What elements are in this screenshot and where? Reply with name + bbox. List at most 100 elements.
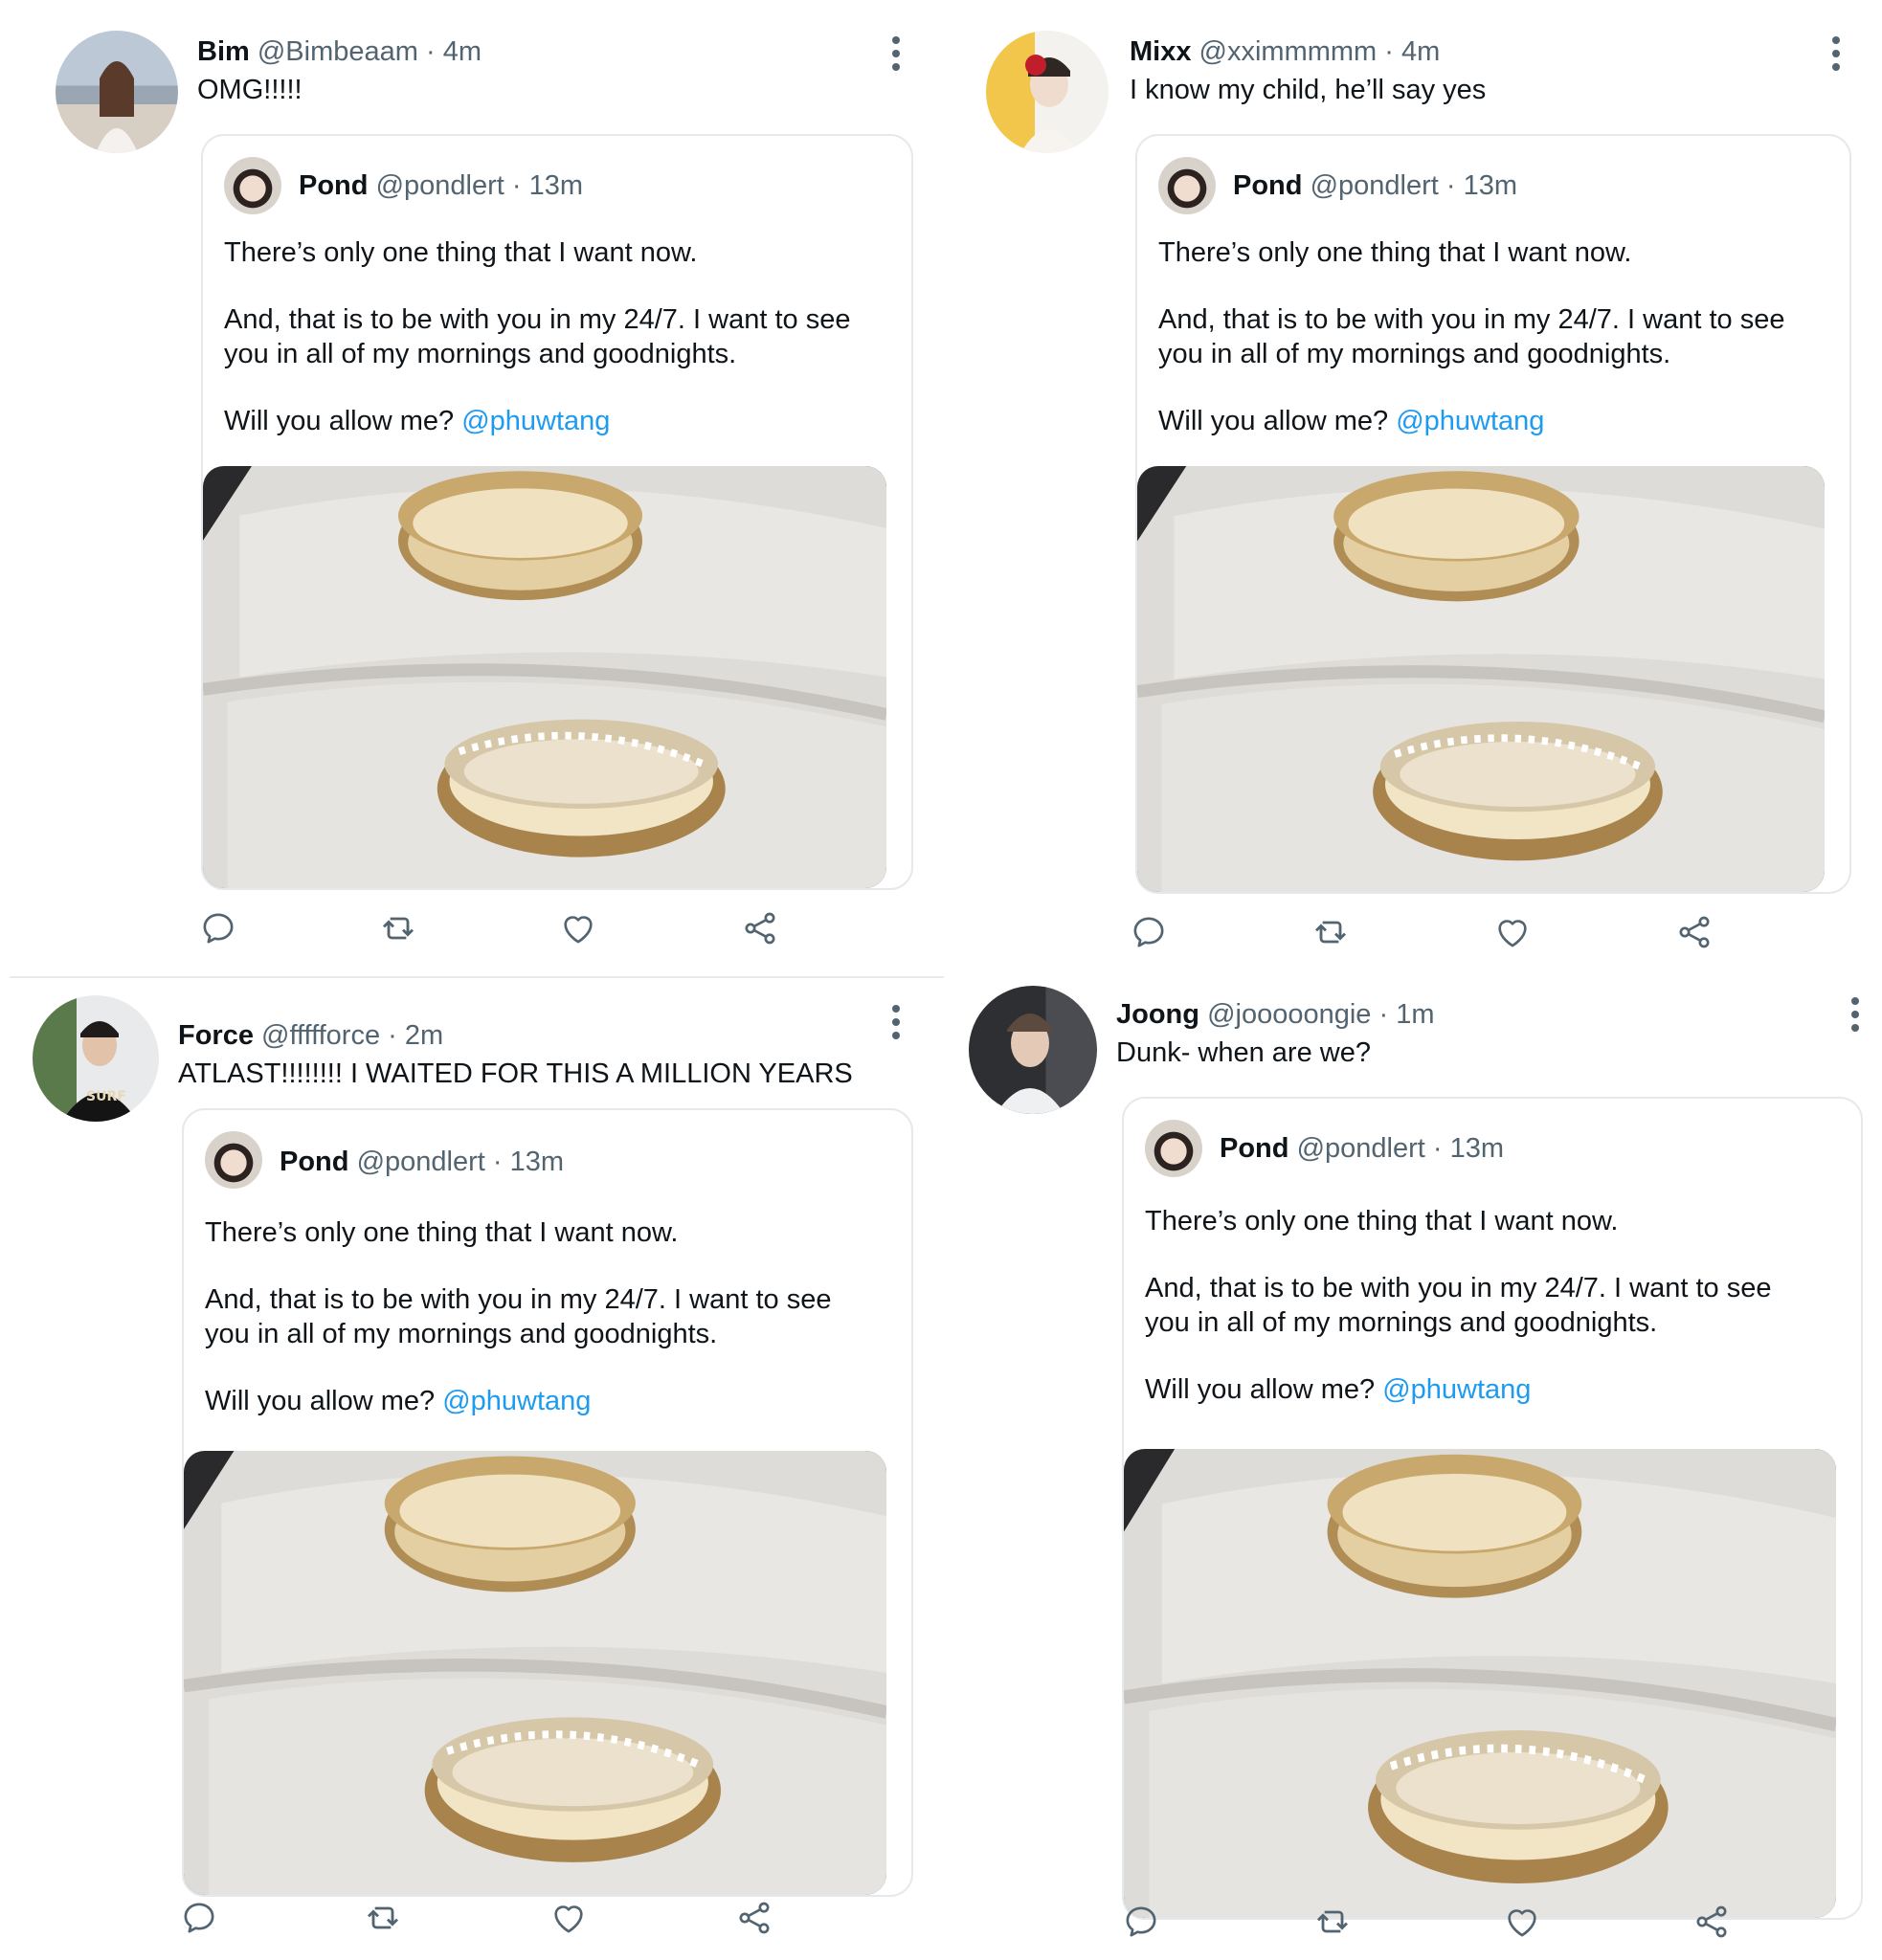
more-icon[interactable] (1825, 34, 1848, 73)
quote-line: There’s only one thing that I want now. (205, 1217, 679, 1248)
quote-author-handle[interactable]: @pondlert (1297, 1133, 1425, 1164)
separator: · (1445, 170, 1456, 201)
retweet-icon[interactable] (1313, 1903, 1352, 1941)
tweet[interactable]: Mixx @xximmmmm · 4m I know my child, he’… (948, 0, 1882, 976)
share-icon[interactable] (741, 909, 779, 947)
reply-icon[interactable] (1130, 913, 1168, 951)
author-handle[interactable]: @Bimbeaam (258, 36, 418, 67)
quote-line: Will you allow me? (1158, 406, 1389, 436)
share-icon[interactable] (1675, 913, 1714, 951)
separator: · (1432, 1133, 1443, 1164)
ring-photo[interactable] (203, 466, 886, 888)
quote-author-handle[interactable]: @pondlert (357, 1147, 485, 1177)
like-icon[interactable] (1503, 1903, 1541, 1941)
timestamp[interactable]: 4m (1401, 36, 1440, 67)
like-icon[interactable] (1493, 913, 1532, 951)
quote-line: Will you allow me? (1145, 1374, 1376, 1405)
share-icon[interactable] (1692, 1903, 1731, 1941)
retweet-icon[interactable] (379, 909, 417, 947)
quote-avatar[interactable] (205, 1131, 262, 1189)
quote-author-handle[interactable]: @pondlert (1311, 170, 1439, 201)
quote-line: you in all of my mornings and goodnights… (205, 1319, 718, 1349)
quote-line: Will you allow me? (205, 1386, 436, 1416)
reply-icon[interactable] (1122, 1903, 1160, 1941)
separator: · (1384, 36, 1394, 67)
ring-photo[interactable] (184, 1451, 886, 1895)
tweet-text: OMG!!!!! (197, 75, 302, 105)
reply-icon[interactable] (199, 909, 237, 947)
mention-link[interactable]: @phuwtang (1382, 1374, 1531, 1405)
quote-avatar[interactable] (1145, 1120, 1202, 1177)
quote-author-name[interactable]: Pond (280, 1147, 349, 1177)
quote-text: There’s only one thing that I want now. … (1158, 235, 1784, 471)
separator: · (1378, 999, 1389, 1030)
quote-text: There’s only one thing that I want now. … (224, 235, 850, 471)
quote-timestamp[interactable]: 13m (1464, 170, 1517, 201)
quote-avatar[interactable] (1158, 157, 1216, 214)
avatar[interactable] (969, 986, 1097, 1114)
tweet[interactable]: SURF Force @ffffforce · 2m ATLAST!!!!!!!… (0, 980, 938, 1960)
timestamp[interactable]: 1m (1396, 999, 1434, 1030)
quote-line: you in all of my mornings and goodnights… (1145, 1307, 1658, 1338)
svg-text:SURF: SURF (86, 1089, 126, 1104)
author-name[interactable]: Bim (197, 36, 250, 67)
quote-tweet[interactable]: Pond @pondlert · 13m There’s only one th… (1135, 134, 1851, 894)
quote-author-name[interactable]: Pond (1220, 1133, 1289, 1164)
timestamp[interactable]: 2m (405, 1020, 443, 1051)
quote-line: you in all of my mornings and goodnights… (224, 339, 737, 369)
quote-author-name[interactable]: Pond (299, 170, 369, 201)
more-icon[interactable] (885, 34, 907, 73)
ring-photo[interactable] (1124, 1449, 1836, 1918)
quote-line: you in all of my mornings and goodnights… (1158, 339, 1671, 369)
tweet-text: I know my child, he’ll say yes (1130, 75, 1487, 105)
quote-text: There’s only one thing that I want now. … (1145, 1204, 1771, 1439)
quote-timestamp[interactable]: 13m (510, 1147, 564, 1177)
tweet[interactable]: Bim @Bimbeaam · 4m OMG!!!!! Pond @pondle… (0, 0, 938, 976)
more-icon[interactable] (1844, 995, 1867, 1034)
quote-text: There’s only one thing that I want now. … (205, 1215, 831, 1451)
avatar[interactable]: SURF (33, 995, 159, 1122)
tweet-text: Dunk- when are we? (1116, 1037, 1371, 1068)
quote-author-handle[interactable]: @pondlert (376, 170, 504, 201)
avatar[interactable] (56, 31, 178, 153)
avatar[interactable] (986, 31, 1109, 153)
tweet[interactable]: Joong @jooooongie · 1m Dunk- when are we… (948, 980, 1882, 1960)
quote-tweet[interactable]: Pond @pondlert · 13m There’s only one th… (182, 1108, 913, 1897)
ring-photo[interactable] (1137, 466, 1825, 892)
tweet-text: ATLAST!!!!!!!! I WAITED FOR THIS A MILLI… (178, 1058, 853, 1089)
quote-timestamp[interactable]: 13m (529, 170, 583, 201)
author-name[interactable]: Mixx (1130, 36, 1191, 67)
mention-link[interactable]: @phuwtang (1396, 406, 1544, 436)
reply-icon[interactable] (180, 1899, 218, 1937)
quote-tweet[interactable]: Pond @pondlert · 13m There’s only one th… (201, 134, 913, 890)
quote-author-name[interactable]: Pond (1233, 170, 1303, 201)
like-icon[interactable] (549, 1899, 588, 1937)
quote-tweet[interactable]: Pond @pondlert · 13m There’s only one th… (1122, 1097, 1863, 1920)
quote-avatar[interactable] (224, 157, 281, 214)
quote-line: Will you allow me? (224, 406, 455, 436)
mention-link[interactable]: @phuwtang (442, 1386, 591, 1416)
like-icon[interactable] (559, 909, 597, 947)
author-name[interactable]: Joong (1116, 999, 1199, 1030)
quote-line: And, that is to be with you in my 24/7. … (1145, 1273, 1772, 1303)
quote-line: And, that is to be with you in my 24/7. … (205, 1284, 832, 1315)
author-name[interactable]: Force (178, 1020, 254, 1051)
retweet-icon[interactable] (1311, 913, 1350, 951)
more-icon[interactable] (885, 1003, 907, 1041)
retweet-icon[interactable] (364, 1899, 402, 1937)
quote-line: And, that is to be with you in my 24/7. … (1158, 304, 1785, 335)
author-handle[interactable]: @jooooongie (1207, 999, 1371, 1030)
author-handle[interactable]: @ffffforce (261, 1020, 380, 1051)
separator: · (492, 1147, 503, 1177)
timestamp[interactable]: 4m (443, 36, 482, 67)
mention-link[interactable]: @phuwtang (461, 406, 610, 436)
author-handle[interactable]: @xximmmmm (1199, 36, 1378, 67)
quote-line: There’s only one thing that I want now. (1145, 1206, 1619, 1236)
quote-timestamp[interactable]: 13m (1450, 1133, 1504, 1164)
separator: · (425, 36, 436, 67)
divider (10, 976, 944, 978)
quote-line: There’s only one thing that I want now. (1158, 237, 1632, 268)
separator: · (388, 1020, 397, 1051)
quote-line: And, that is to be with you in my 24/7. … (224, 304, 851, 335)
share-icon[interactable] (735, 1899, 773, 1937)
